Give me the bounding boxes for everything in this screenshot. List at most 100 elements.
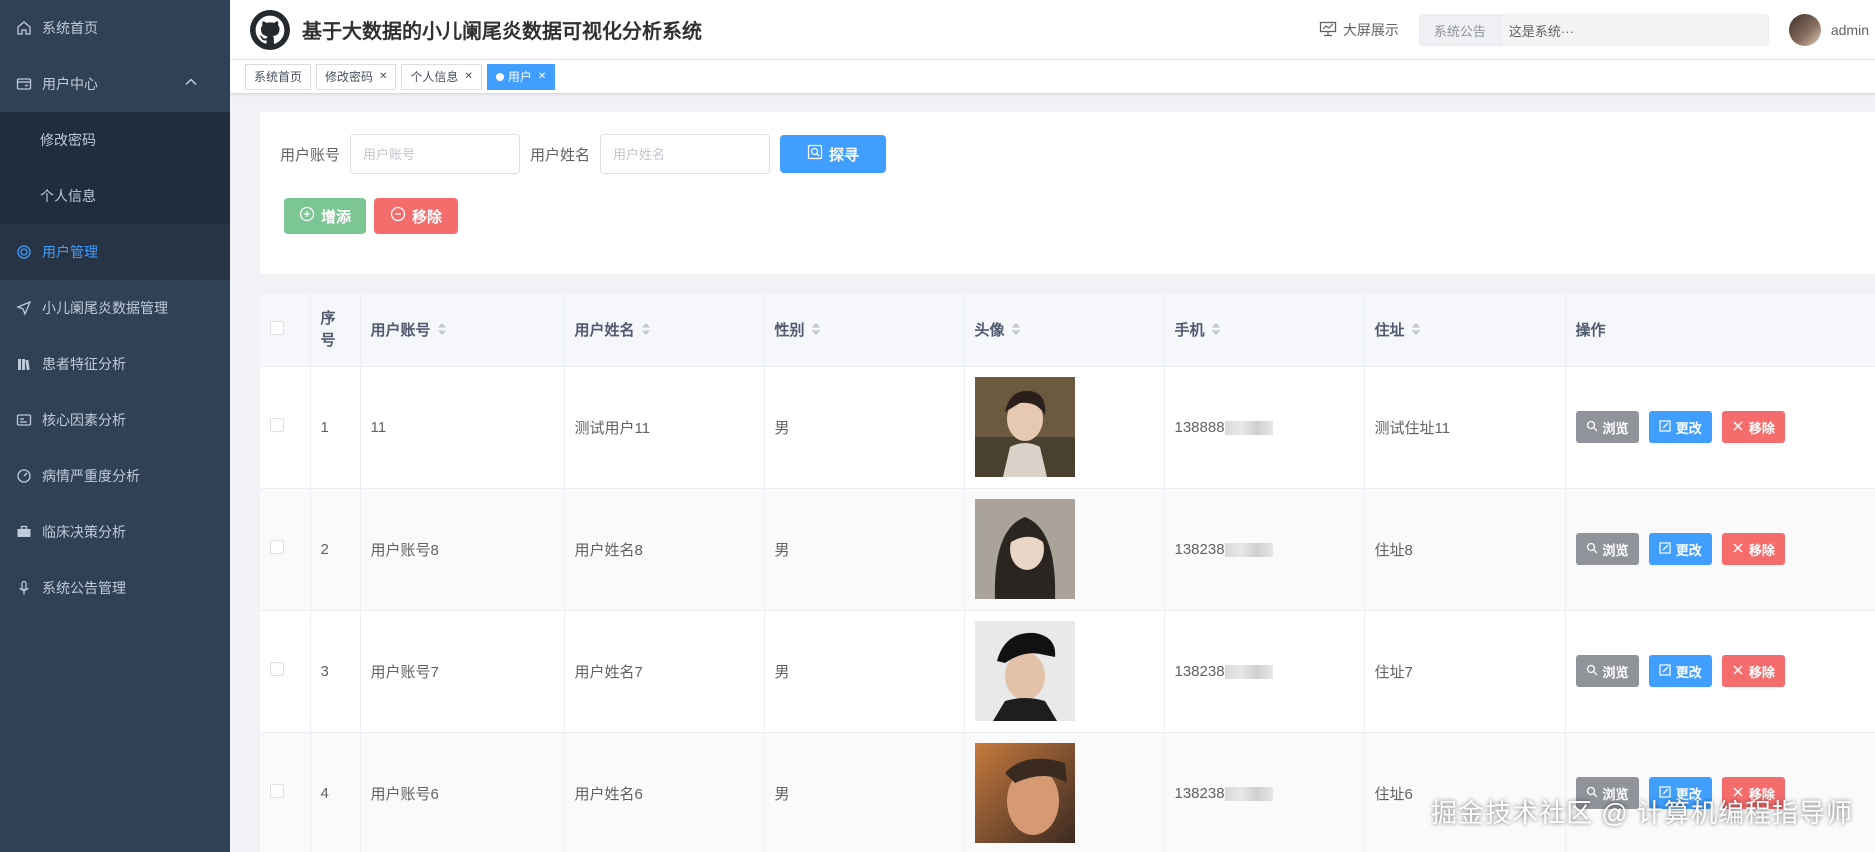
edit-button[interactable]: 更改 [1648,411,1712,443]
tag-change-password[interactable]: 修改密码 ✕ [316,63,397,90]
avatar[interactable] [1788,14,1821,46]
row-checkbox[interactable] [270,662,284,676]
sidebar-item-appendicitis-data[interactable]: 小儿阑尾炎数据管理 [0,280,230,336]
sort-icon[interactable] [1411,322,1421,340]
sidebar-item-announcements[interactable]: 系统公告管理 [0,560,230,616]
tag-home[interactable]: 系统首页 [245,63,312,90]
sidebar-item-clinical-decision[interactable]: 临床决策分析 [0,504,230,560]
close-icon [1732,664,1749,679]
delete-row-button[interactable]: 移除 [1721,655,1785,687]
select-all-checkbox[interactable] [270,320,284,335]
edit-button[interactable]: 更改 [1648,655,1712,687]
avatar-cell [964,732,1165,852]
column-header: 操作 [1565,294,1875,367]
edit-icon [1659,419,1676,435]
col-phone: 手机 [1174,322,1205,340]
tag-user[interactable]: 用户 ✕ [486,63,556,90]
sidebar-item-patient-features[interactable]: 患者特征分析 [0,336,230,392]
col-avatar: 头像 [974,322,1005,340]
gender-cell: 男 [764,488,965,611]
delete-button-label: 移除 [411,208,442,226]
sidebar-item-home[interactable]: 系统首页 [0,0,230,56]
account-cell: 用户账号8 [360,488,565,611]
sidebar-item-change-password[interactable]: 修改密码 [0,112,230,168]
view-button[interactable]: 浏览 [1575,655,1639,687]
row-checkbox[interactable] [270,784,284,798]
sidebar-item-core-factors[interactable]: 核心因素分析 [0,392,230,448]
close-icon[interactable]: ✕ [379,71,387,82]
sidebar-item-label: 小儿阑尾炎数据管理 [42,300,168,316]
delete-button[interactable]: 移除 [374,198,458,234]
view-label: 浏览 [1602,542,1629,558]
name-search-input[interactable] [600,134,771,174]
delete-label: 移除 [1748,420,1775,436]
gender-cell: 男 [764,366,965,489]
view-button[interactable]: 浏览 [1575,533,1639,565]
edit-label: 更改 [1675,542,1702,558]
account-search-input[interactable] [350,134,521,174]
username[interactable]: admin [1831,22,1869,38]
sidebar-item-user-center[interactable]: 用户中心 [0,56,230,112]
edit-label: 更改 [1675,664,1702,680]
sort-icon[interactable] [1011,322,1021,340]
notice-bar[interactable]: 系统公告 这是系统··· [1418,14,1769,46]
operations-cell: 浏览 更改 移除 [1565,488,1875,611]
phone-number: 138888 [1174,418,1225,436]
row-checkbox[interactable] [270,540,284,554]
sidebar-item-profile[interactable]: 个人信息 [0,168,230,224]
row-select-cell [260,610,311,733]
search-row: 用户账号 用户姓名 探寻 [280,134,887,174]
edit-icon [1659,663,1676,679]
gauge-icon [16,468,32,484]
delete-label: 移除 [1748,542,1775,558]
sidebar-item-severity[interactable]: 病情严重度分析 [0,448,230,504]
view-button[interactable]: 浏览 [1575,411,1639,443]
user-photo[interactable] [974,621,1075,721]
id-card-icon [16,412,32,428]
notice-text: 这是系统··· [1508,23,1574,39]
sidebar-item-user-management[interactable]: 用户管理 [0,224,230,280]
sort-icon[interactable] [811,322,821,340]
operations-cell: 浏览 更改 移除 [1565,732,1875,852]
column-header[interactable]: 性别 [764,294,965,367]
name-cell: 用户姓名8 [564,488,765,611]
sidebar-item-label: 病情严重度分析 [42,468,140,484]
user-photo[interactable] [974,499,1075,599]
masked-digits [1224,664,1273,679]
big-screen-link[interactable]: 大屏展示 [1319,20,1399,40]
name-cell: 用户姓名7 [564,610,765,733]
delete-row-button[interactable]: 移除 [1721,533,1785,565]
row-checkbox[interactable] [270,418,284,432]
sidebar-item-label: 核心因素分析 [42,412,126,428]
index-cell: 2 [310,488,361,611]
tag-profile[interactable]: 个人信息 ✕ [401,63,482,90]
add-button[interactable]: 增添 [284,198,366,234]
col-index: 序号 [320,309,336,349]
plus-circle-icon [299,206,321,226]
mic-icon [16,580,32,596]
sort-icon[interactable] [1211,322,1221,340]
briefcase-icon [16,524,32,540]
user-table: 序号 用户账号 用户姓名 性别 头像 手机 住址 操作 1 11 测试用户11 … [260,294,1875,852]
user-photo[interactable] [974,743,1075,843]
minus-circle-icon [390,206,412,226]
close-icon[interactable]: ✕ [464,71,472,82]
edit-button[interactable]: 更改 [1648,533,1712,565]
column-header[interactable]: 手机 [1164,294,1365,367]
column-header[interactable]: 用户账号 [360,294,565,367]
phone-number: 138238 [1174,784,1225,802]
sort-icon[interactable] [641,322,651,340]
delete-row-button[interactable]: 移除 [1721,411,1785,443]
close-icon[interactable]: ✕ [538,71,546,82]
search-panel: 用户账号 用户姓名 探寻 增添 移除 [260,112,1875,274]
masked-digits [1224,420,1273,435]
column-header: 序号 [310,294,361,367]
column-header[interactable]: 住址 [1364,294,1566,367]
column-header[interactable]: 头像 [964,294,1165,367]
search-button[interactable]: 探寻 [780,135,887,173]
user-photo[interactable] [974,377,1075,477]
phone-cell: 138888 [1164,366,1365,489]
column-header[interactable]: 用户姓名 [564,294,765,367]
sort-icon[interactable] [437,322,447,340]
search-icon [1586,420,1603,435]
